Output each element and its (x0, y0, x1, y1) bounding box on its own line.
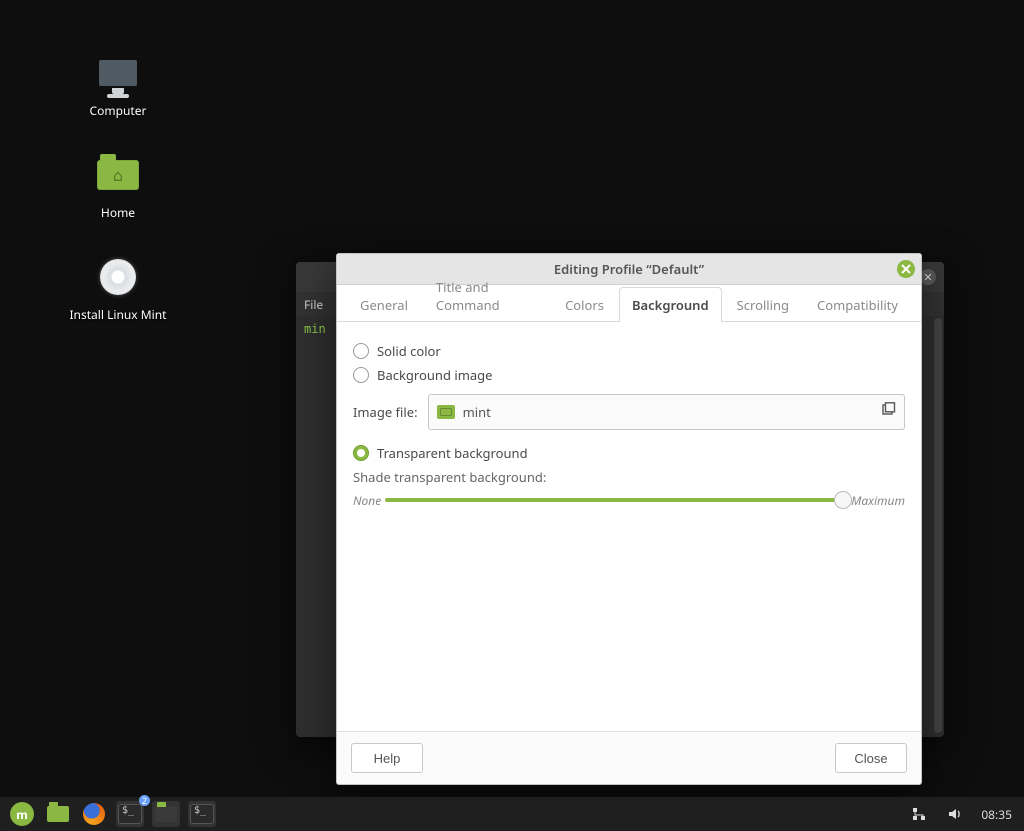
radio-label: Transparent background (377, 444, 528, 462)
dialog-footer: Help Close (337, 731, 921, 784)
folder-dark-icon (155, 806, 177, 822)
radio-solid-color[interactable]: Solid color (353, 342, 905, 360)
radio-background-image[interactable]: Background image (353, 366, 905, 384)
start-menu-button[interactable]: m (8, 801, 36, 827)
desktop-icon-label: Home (58, 204, 178, 221)
slider-max-label: Maximum (851, 492, 905, 509)
radio-label: Background image (377, 366, 492, 384)
menu-file[interactable]: File (304, 296, 323, 313)
taskbar-firefox-launcher[interactable] (80, 801, 108, 827)
close-icon (901, 264, 911, 274)
help-button[interactable]: Help (351, 743, 423, 773)
browse-icon (880, 402, 896, 422)
slider-min-label: None (353, 492, 381, 509)
volume-icon (947, 806, 963, 822)
radio-icon (353, 445, 369, 461)
radio-label: Solid color (377, 342, 441, 360)
close-button[interactable]: Close (835, 743, 907, 773)
tab-colors[interactable]: Colors (552, 287, 617, 322)
shade-slider-row: None Maximum (353, 490, 905, 510)
terminal-close-button[interactable]: ✕ (920, 269, 936, 285)
taskbar-terminal-group[interactable]: 2 (116, 801, 144, 827)
taskbar: m 2 08:35 (0, 797, 1024, 831)
volume-indicator[interactable] (941, 801, 969, 827)
terminal-prompt: min (304, 322, 326, 336)
desktop-icon-install[interactable]: Install Linux Mint (58, 252, 178, 323)
network-icon (911, 806, 927, 822)
mint-logo-icon: m (10, 802, 34, 826)
tab-background[interactable]: Background (619, 287, 722, 322)
desktop-icon-computer[interactable]: Computer (58, 48, 178, 119)
dialog-close-button[interactable] (897, 260, 915, 278)
files-icon (47, 806, 69, 822)
profile-dialog: Editing Profile “Default” General Title … (336, 253, 922, 785)
desktop-icon-label: Install Linux Mint (58, 306, 178, 323)
dialog-tabs: General Title and Command Colors Backgro… (337, 285, 921, 322)
computer-icon (99, 60, 137, 86)
desktop-icon-home[interactable]: ⌂ Home (58, 150, 178, 221)
tab-general[interactable]: General (347, 287, 421, 322)
network-indicator[interactable] (905, 801, 933, 827)
taskbar-terminal-window[interactable] (188, 801, 216, 827)
image-file-row: Image file: mint (353, 394, 905, 430)
tab-compatibility[interactable]: Compatibility (804, 287, 911, 322)
dialog-title-text: Editing Profile “Default” (554, 260, 704, 278)
image-thumbnail-icon (437, 405, 455, 419)
image-file-label: Image file: (353, 403, 418, 421)
radio-icon (353, 343, 369, 359)
radio-icon (353, 367, 369, 383)
taskbar-files-window[interactable] (152, 801, 180, 827)
terminal-scrollbar[interactable] (934, 318, 942, 733)
slider-thumb[interactable] (834, 491, 852, 509)
shade-label: Shade transparent background: (353, 468, 905, 486)
window-count-badge: 2 (139, 795, 150, 806)
background-pane: Solid color Background image Image file:… (337, 322, 921, 510)
desktop-icon-label: Computer (58, 102, 178, 119)
tab-scrolling[interactable]: Scrolling (724, 287, 802, 322)
taskbar-clock[interactable]: 08:35 (981, 806, 1012, 823)
image-file-name: mint (463, 403, 491, 421)
slider-track (385, 498, 847, 502)
shade-slider[interactable] (385, 490, 847, 510)
terminal-icon (190, 804, 214, 824)
taskbar-files-launcher[interactable] (44, 801, 72, 827)
tab-title-command[interactable]: Title and Command (423, 269, 550, 322)
disc-icon (100, 259, 136, 295)
desktop[interactable]: Computer ⌂ Home Install Linux Mint ✕ Fil… (0, 0, 1024, 831)
terminal-icon (118, 804, 142, 824)
firefox-icon (83, 803, 105, 825)
radio-transparent-background[interactable]: Transparent background (353, 444, 905, 462)
image-file-chooser[interactable]: mint (428, 394, 905, 430)
home-folder-icon: ⌂ (97, 160, 139, 190)
